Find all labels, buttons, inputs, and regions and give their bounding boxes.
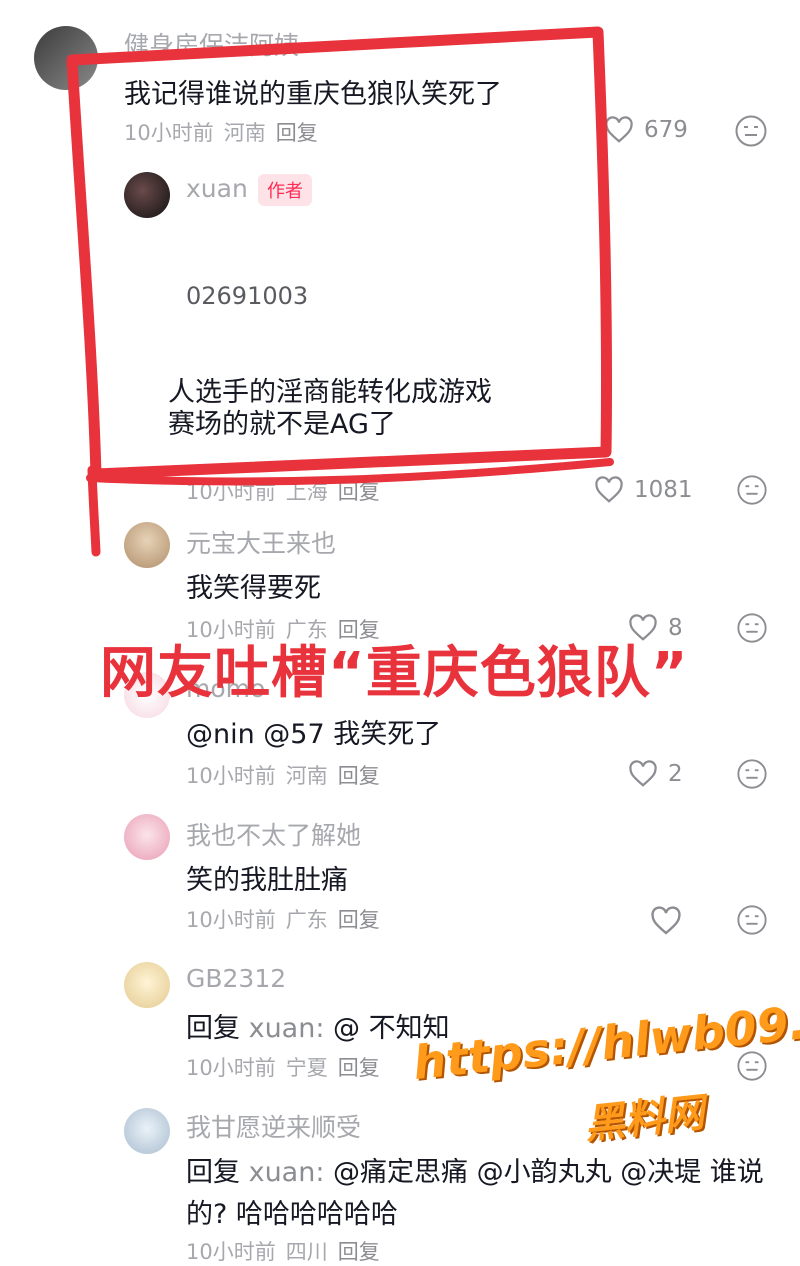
avatar[interactable] — [124, 962, 170, 1008]
reply-target-name[interactable]: xuan: — [249, 1013, 325, 1044]
comment-username[interactable]: 我也不太了解她 — [186, 816, 361, 852]
comment-time: 10小时前 — [186, 764, 276, 788]
reply-button[interactable]: 回复 — [338, 764, 380, 788]
neutral-face-icon — [737, 475, 767, 505]
comment-location: 河南 — [223, 121, 266, 145]
comment-meta: 10小时前 河南 回复 — [186, 760, 390, 790]
neutral-face-icon — [737, 905, 767, 935]
comment-time: 10小时前 — [186, 1056, 276, 1080]
dislike-button[interactable] — [736, 904, 768, 940]
reply-button[interactable]: 回复 — [276, 121, 318, 145]
avatar[interactable] — [34, 26, 98, 90]
comment-text: 回复 xuan: @痛定思痛 @小韵丸丸 @决堤 谁说 — [186, 1150, 764, 1189]
neutral-face-icon — [735, 115, 767, 147]
comment-location: 上海 — [285, 480, 328, 504]
reply-button[interactable]: 回复 — [338, 1240, 380, 1264]
comment-text-line-2: 的? 哈哈哈哈哈哈 — [186, 1199, 398, 1230]
comment-location: 四川 — [285, 1240, 328, 1264]
comment-username[interactable]: 元宝大王来也 — [186, 524, 336, 560]
reply-button[interactable]: 回复 — [338, 1056, 380, 1080]
like-count: 1081 — [634, 477, 693, 503]
heart-outline-icon — [651, 906, 681, 935]
comment-time: 10小时前 — [186, 1240, 276, 1264]
reply-target-name[interactable]: xuan: — [249, 1157, 325, 1188]
comment-text-line-3: 赛场的就不是AG了 — [168, 409, 396, 440]
heart-outline-icon — [629, 760, 657, 787]
comment-meta: 10小时前 广东 回复 — [186, 904, 390, 934]
comment-5: 我也不太了解她 笑的我肚肚痛 10小时前 广东 回复 — [0, 800, 800, 950]
comment-2: xuan 作者 02691003 人选手的淫商能转化成游戏 赛场的就不是AG了 … — [0, 150, 800, 510]
comment-meta: 10小时前 上海 回复 — [186, 476, 390, 506]
reply-prefix: 回复 — [186, 1157, 240, 1188]
like-button[interactable] — [650, 906, 682, 936]
comment-meta: 10小时前 宁夏 回复 — [186, 1052, 390, 1082]
reply-button[interactable]: 回复 — [338, 480, 380, 504]
neutral-face-icon — [737, 759, 767, 789]
comment-time: 10小时前 — [124, 121, 214, 145]
dislike-button[interactable] — [736, 474, 768, 510]
avatar[interactable] — [124, 814, 170, 860]
comment-text: @nin @57 我笑死了 — [186, 719, 442, 750]
overlay-caption: 网友吐槽“重庆色狼队” — [100, 641, 689, 706]
comment-username[interactable]: GB2312 — [186, 964, 286, 993]
reply-button[interactable]: 回复 — [338, 908, 380, 932]
dislike-button[interactable] — [734, 114, 768, 152]
comment-text: 我笑得要死 — [186, 573, 321, 604]
comment-text-line-1: 02691003 — [186, 282, 309, 310]
like-count: 679 — [644, 117, 688, 143]
like-count: 2 — [668, 761, 683, 787]
comment-location: 广东 — [285, 908, 328, 932]
reply-prefix: 回复 — [186, 1013, 240, 1044]
like-button[interactable]: 1081 — [594, 476, 693, 504]
comment-meta: 10小时前 四川 回复 — [186, 1236, 390, 1266]
comment-location: 宁夏 — [285, 1056, 328, 1080]
heart-outline-icon — [605, 116, 633, 143]
comment-username[interactable]: xuan — [186, 174, 248, 203]
dislike-button[interactable] — [736, 612, 768, 648]
comment-time: 10小时前 — [186, 908, 276, 932]
neutral-face-icon — [737, 613, 767, 643]
comment-username[interactable]: 我甘愿逆来顺受 — [186, 1108, 361, 1144]
like-button[interactable]: 2 — [628, 760, 683, 788]
author-badge: 作者 — [258, 174, 312, 206]
comment-username[interactable]: 健身房保洁阿姨 — [124, 26, 299, 62]
comment-text: 我记得谁说的重庆色狼队笑死了 — [124, 79, 502, 110]
avatar[interactable] — [124, 522, 170, 568]
heart-outline-icon — [595, 476, 623, 503]
avatar[interactable] — [124, 172, 170, 218]
dislike-button[interactable] — [736, 758, 768, 794]
reply-body: @痛定思痛 @小韵丸丸 @决堤 谁说 — [324, 1157, 764, 1188]
comment-time: 10小时前 — [186, 480, 276, 504]
comment-meta: 10小时前 河南 回复 — [124, 117, 328, 147]
comment-location: 河南 — [285, 764, 328, 788]
comment-text: 笑的我肚肚痛 — [186, 865, 348, 896]
like-button[interactable]: 679 — [604, 116, 688, 144]
avatar[interactable] — [124, 1108, 170, 1154]
comment-1: 健身房保洁阿姨 我记得谁说的重庆色狼队笑死了 10小时前 河南 回复 679 — [0, 0, 800, 150]
